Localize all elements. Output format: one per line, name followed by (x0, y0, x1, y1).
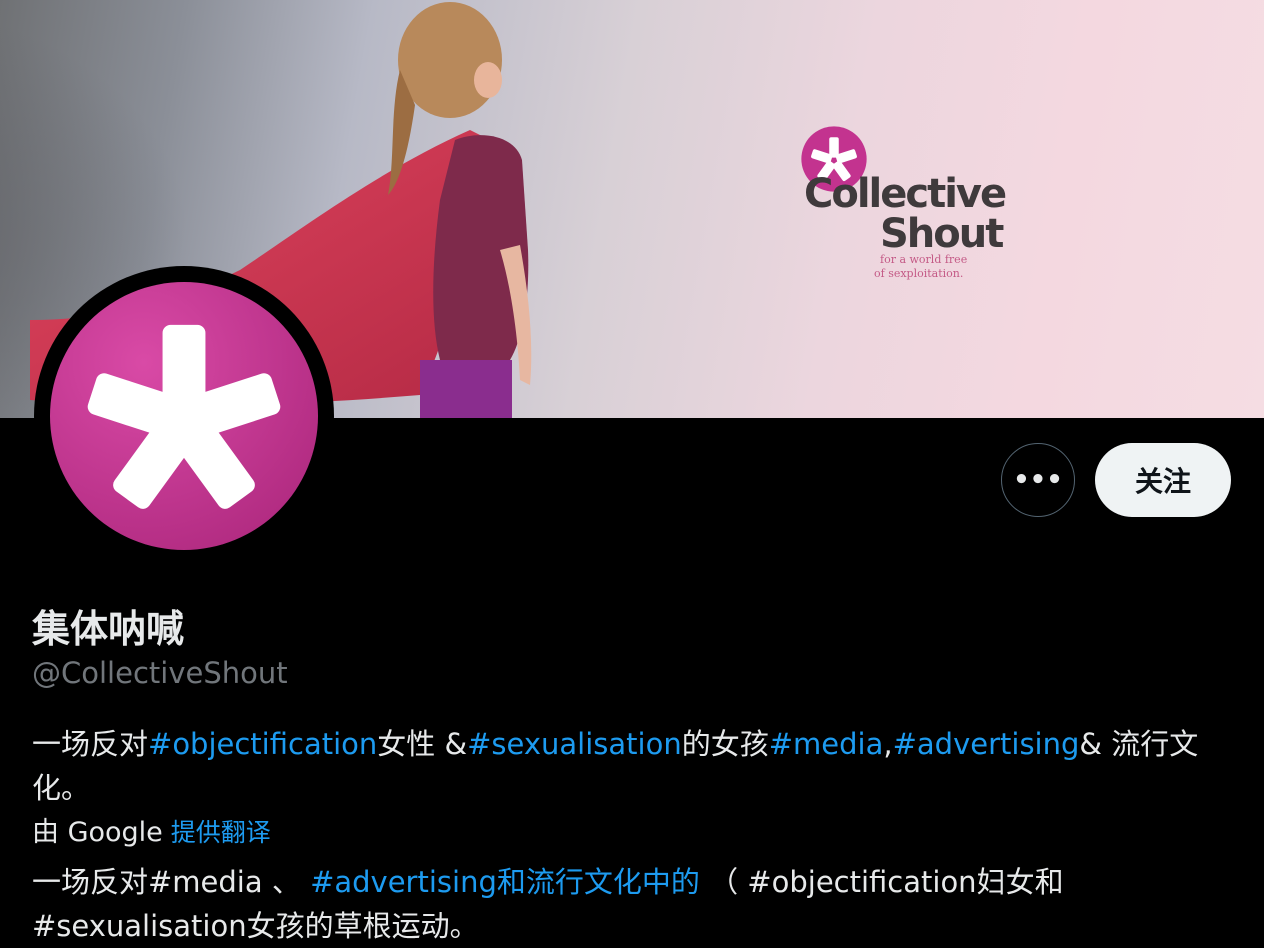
more-options-button[interactable]: ••• (1001, 443, 1075, 517)
bio-text: , (883, 727, 893, 761)
profile-display-name: 集体呐喊 (32, 607, 185, 651)
hashtag-link-sexualisation[interactable]: #sexualisation (467, 727, 682, 761)
profile-avatar[interactable] (34, 266, 334, 566)
collective-shout-logo: Collective Shout for a world free of sex… (800, 125, 1060, 295)
translated-bio: 一场反对#media 、 #advertising和流行文化中的 （ #obje… (32, 860, 1232, 948)
profile-bio: 一场反对#objectification女性 &#sexualisation的女… (32, 722, 1232, 810)
logo-tagline-line2: of sexploitation. (874, 267, 964, 280)
translated-text: 一场反对#media 、 (32, 865, 311, 899)
hashtag-link-media[interactable]: #media (769, 727, 884, 761)
hashtag-link-advertising[interactable]: #advertising (893, 727, 1080, 761)
follow-button[interactable]: 关注 (1095, 443, 1231, 517)
bio-text: 女性 & (377, 727, 468, 761)
translated-hashtag-link[interactable]: #advertising和流行文化中的 (310, 865, 700, 899)
more-horizontal-icon: ••• (1013, 465, 1063, 495)
bio-text: 的女孩 (681, 727, 769, 761)
logo-tagline-line1: for a world free (880, 253, 968, 266)
hashtag-link-objectification[interactable]: #objectification (148, 727, 377, 761)
translation-provider-link[interactable]: 提供翻译 (171, 818, 271, 847)
asterisk-avatar-icon (50, 282, 318, 550)
translation-credit: 由 Google 提供翻译 (32, 810, 271, 849)
translation-credit-text: 由 Google (32, 817, 163, 848)
profile-handle: @CollectiveShout (32, 656, 288, 690)
logo-text-line2: Shout (880, 211, 1004, 257)
bio-text: 一场反对 (32, 727, 149, 761)
